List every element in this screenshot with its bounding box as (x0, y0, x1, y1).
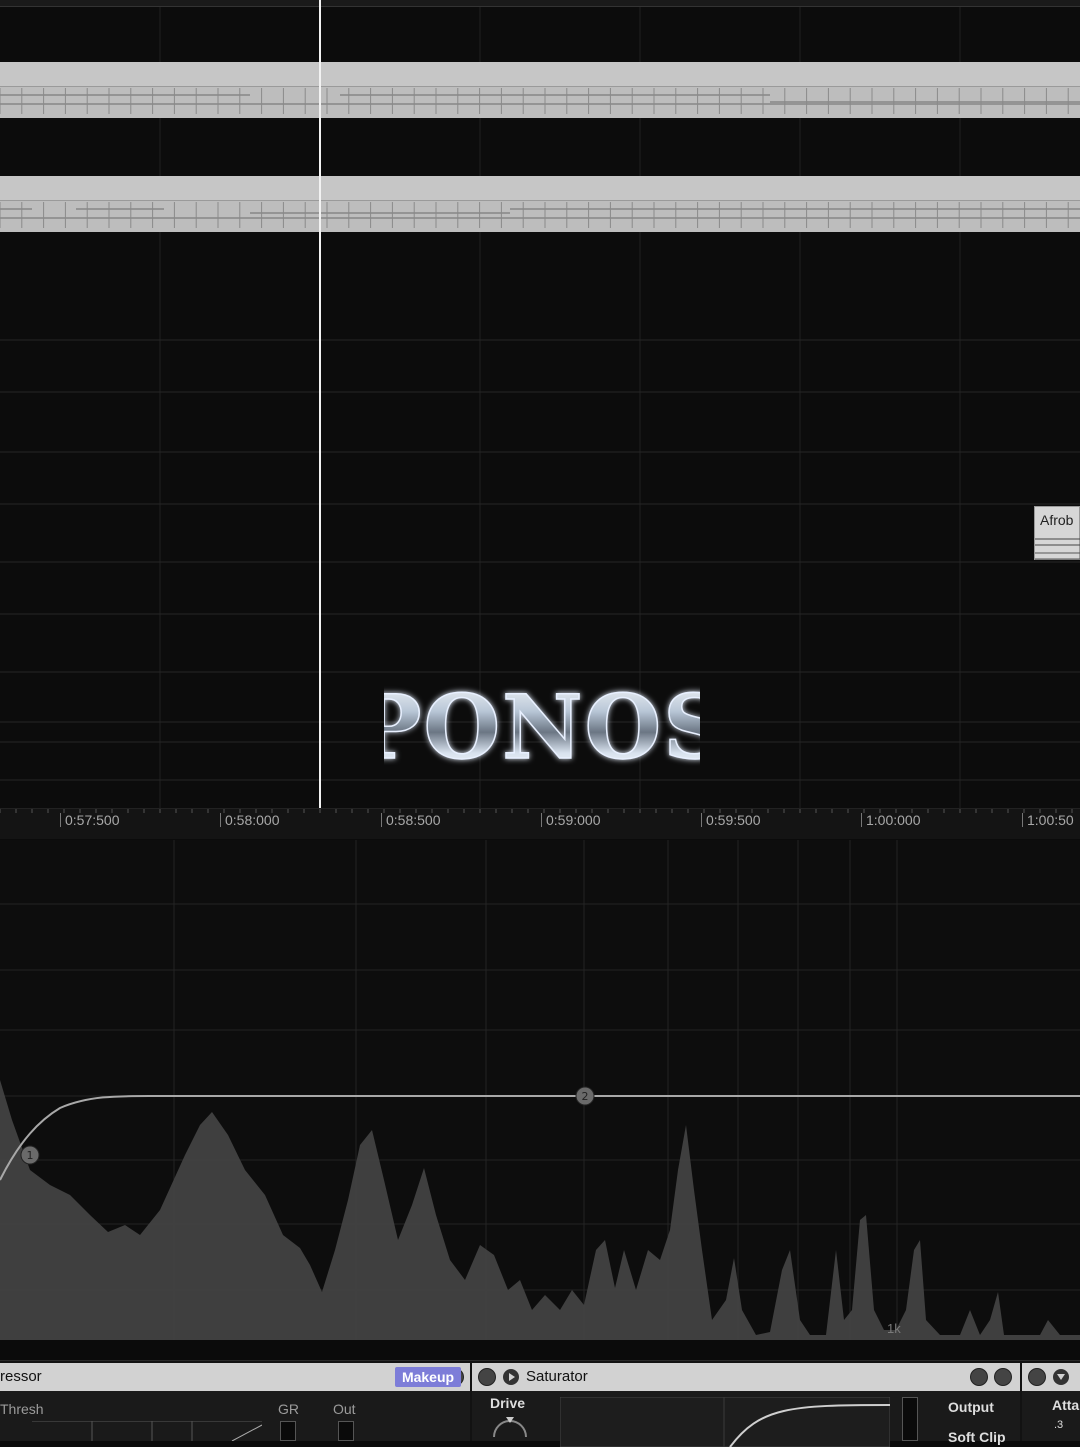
makeup-button[interactable]: Makeup (395, 1367, 461, 1387)
compressor-transfer-graph (32, 1421, 262, 1441)
midi-notes (0, 202, 1080, 228)
ponos-logo: PONOS (384, 674, 700, 780)
midi-notes (0, 88, 1080, 114)
clip-header[interactable] (0, 176, 1080, 201)
playhead[interactable] (319, 0, 321, 808)
clip-header[interactable] (0, 62, 1080, 87)
thresh-label: Thresh (0, 1401, 44, 1417)
power-icon[interactable] (994, 1368, 1012, 1386)
attack-value: .3 (1054, 1419, 1064, 1431)
hot-swap-icon[interactable] (1028, 1368, 1046, 1386)
timeline-ruler[interactable]: 0:57:500 0:58:000 0:58:500 0:59:000 0:59… (0, 808, 1080, 839)
eq-spectrum-display[interactable]: 1 2 1k (0, 840, 1080, 1340)
drive-label: Drive (490, 1395, 526, 1411)
fold-icon[interactable] (1052, 1368, 1070, 1386)
svg-text:2: 2 (582, 1090, 589, 1103)
ruler-tick-label: 0:59:500 (701, 813, 761, 827)
out-meter (338, 1421, 354, 1441)
clip-notes (1035, 538, 1080, 560)
clip-name: Afrob (1040, 512, 1074, 528)
attack-label: Atta (1052, 1397, 1080, 1413)
device-chain: ressor Thresh GR Out Makeup Saturator Dr… (0, 1360, 1080, 1447)
compressor-body: Thresh GR Out (0, 1391, 470, 1441)
save-icon[interactable] (970, 1368, 988, 1386)
eq-band-2-handle[interactable]: 2 (573, 1084, 597, 1108)
out-label: Out (333, 1401, 356, 1417)
saturator-body: Drive Output Soft Clip (472, 1391, 1020, 1447)
afrobeat-clip[interactable]: Afrob (1034, 506, 1080, 560)
ruler-tick-label: 0:58:000 (220, 813, 280, 827)
play-icon[interactable] (502, 1368, 520, 1386)
gr-label: GR (278, 1401, 299, 1417)
spectrum-graph (0, 840, 1080, 1340)
ruler-tick-label: 1:00:000 (861, 813, 921, 827)
ruler-tick-label: 0:58:500 (381, 813, 441, 827)
top-clip-strip (0, 0, 1080, 7)
output-label: Output (948, 1399, 994, 1415)
soft-clip-label[interactable]: Soft Clip (948, 1429, 1006, 1445)
compressor-title: ressor (0, 1368, 42, 1385)
third-device-body: Atta .3 (1022, 1391, 1080, 1441)
eq-curve (0, 1094, 1080, 1181)
logo-text: PONOS (384, 675, 700, 779)
saturator-title-bar[interactable]: Saturator (472, 1363, 1020, 1391)
eq-band-1-handle[interactable]: 1 (18, 1143, 42, 1167)
spectrum-fill (0, 1080, 1080, 1340)
freq-label-1k: 1k (887, 1321, 901, 1336)
svg-text:1: 1 (27, 1149, 34, 1162)
ruler-tick-label: 0:57:500 (60, 813, 120, 827)
gr-meter (280, 1421, 296, 1441)
midi-clip-lane-2[interactable] (0, 176, 1080, 232)
arrangement-view[interactable]: Afrob PONOS (0, 0, 1080, 808)
ruler-tick-label: 1:00:50 (1022, 813, 1074, 827)
saturator-title: Saturator (526, 1368, 588, 1385)
midi-clip-lane-1[interactable] (0, 62, 1080, 118)
third-device-title-bar[interactable] (1022, 1363, 1080, 1391)
ruler-tick-label: 0:59:000 (541, 813, 601, 827)
saturator-output-meter (902, 1397, 918, 1441)
hot-swap-icon[interactable] (478, 1368, 496, 1386)
drive-knob[interactable] (490, 1417, 530, 1437)
